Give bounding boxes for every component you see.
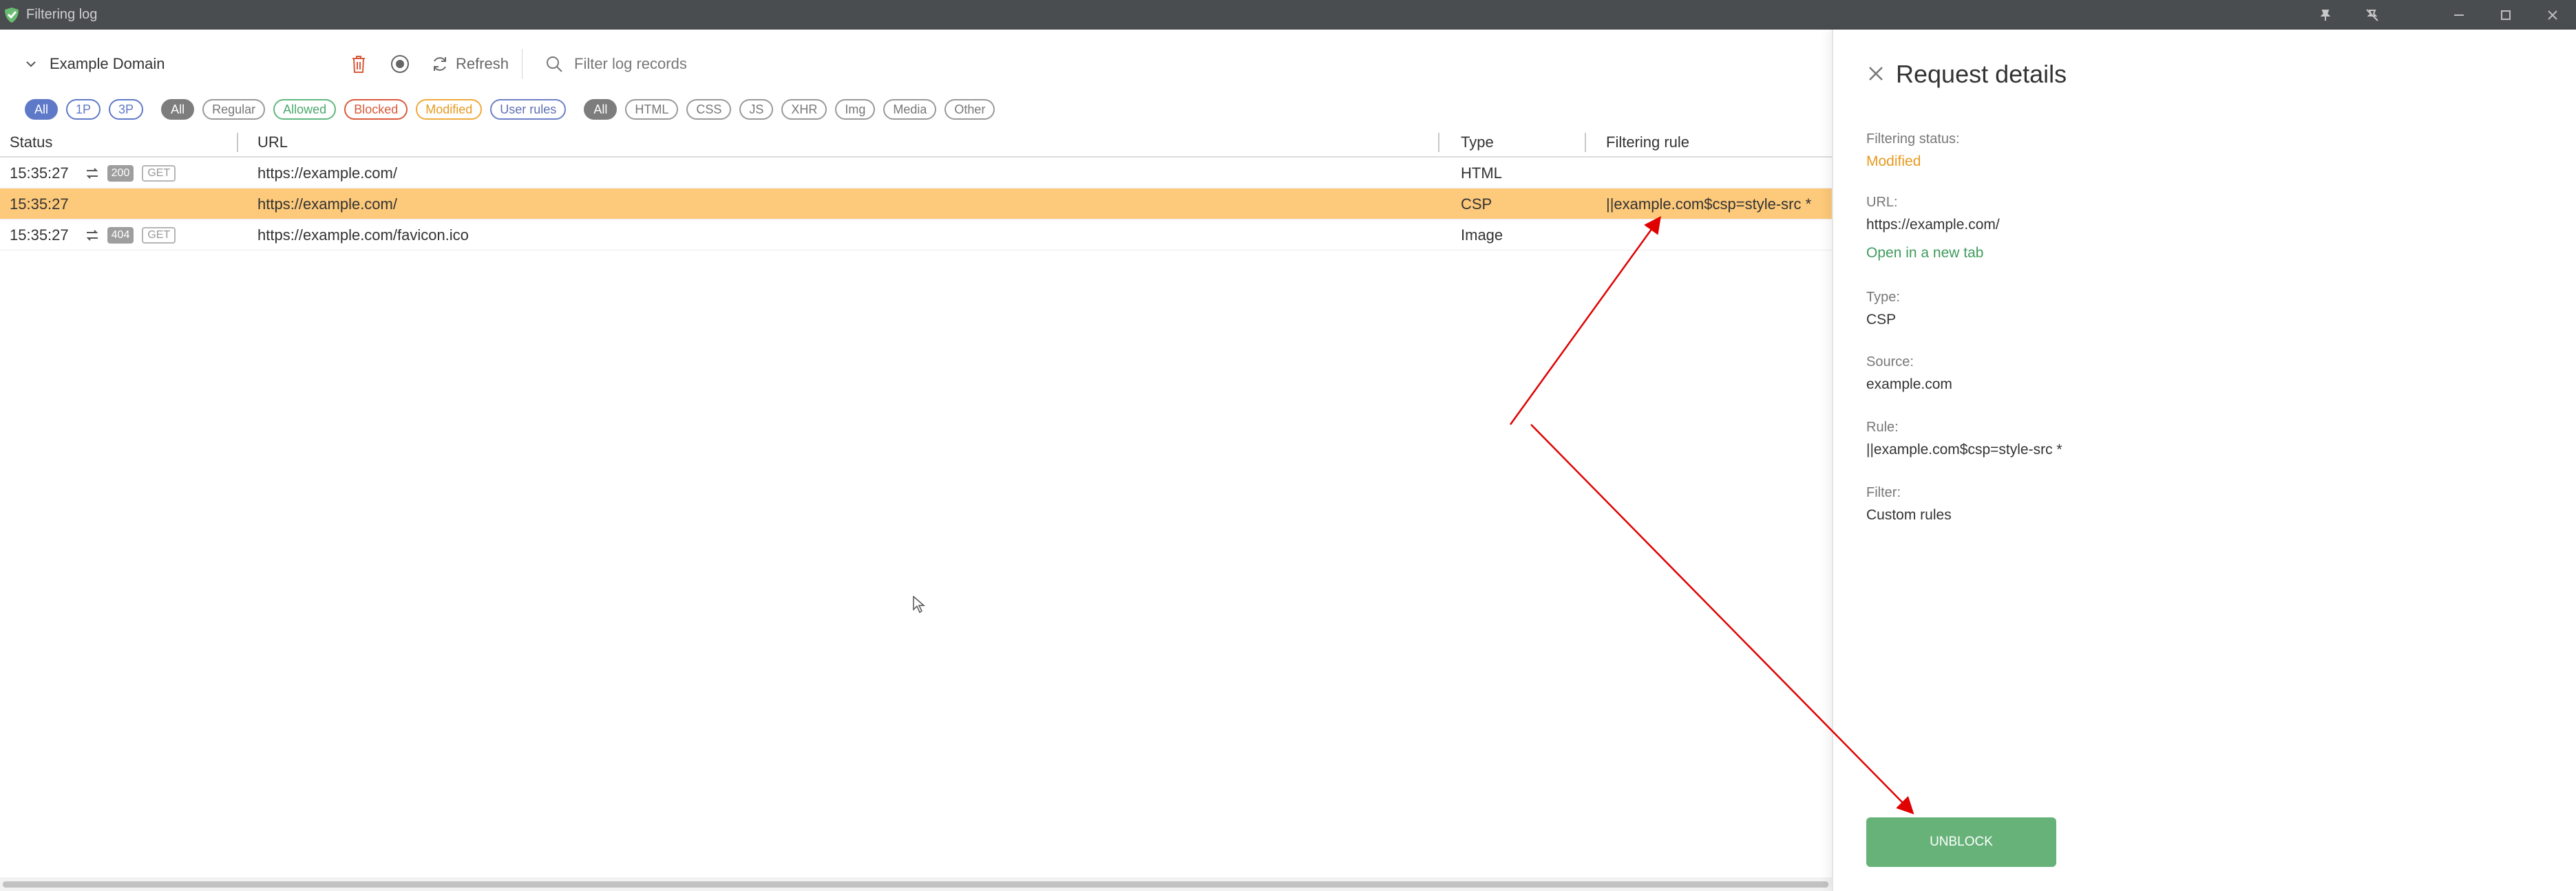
type-filter-css[interactable]: CSS — [686, 99, 732, 120]
window-title: Filtering log — [26, 7, 98, 22]
open-in-new-tab-link[interactable]: Open in a new tab — [1866, 245, 1983, 261]
filter-value: Custom rules — [1866, 507, 1952, 523]
status-code-badge: 200 — [107, 164, 134, 182]
record-icon — [391, 55, 409, 73]
type-filter-js[interactable]: JS — [739, 99, 774, 120]
cursor-icon — [913, 595, 926, 617]
party-filter-all[interactable]: All — [25, 99, 59, 120]
horizontal-scrollbar[interactable] — [0, 877, 1832, 891]
table-row[interactable]: 15:35:27 200 GET https://example.com/ HT… — [0, 158, 1832, 189]
site-selector-label: Example Domain — [50, 55, 165, 72]
status-code-badge: 404 — [107, 226, 134, 244]
type-value: CSP — [1866, 312, 1897, 328]
column-resizer[interactable] — [237, 133, 238, 152]
close-icon[interactable] — [1866, 64, 1886, 83]
rule-label: Rule: — [1866, 420, 1899, 435]
request-time: 15:35:27 — [10, 226, 69, 244]
type-filter-html[interactable]: HTML — [625, 99, 679, 120]
status-cell: 15:35:27 404 GET — [10, 219, 176, 250]
clear-log-button[interactable] — [350, 50, 368, 78]
status-filter-modified[interactable]: Modified — [416, 99, 483, 120]
column-header-url[interactable]: URL — [257, 129, 288, 156]
table-row-selected[interactable]: 15:35:27 https://example.com/ CSP ||exam… — [0, 189, 1832, 219]
filtering-status-label: Filtering status: — [1866, 131, 1960, 147]
type-filter-all[interactable]: All — [584, 99, 617, 120]
type-filter-xhr[interactable]: XHR — [781, 99, 827, 120]
filter-chips: All 1P 3P All Regular Allowed Blocked Mo… — [25, 96, 1003, 123]
column-resizer[interactable] — [1438, 133, 1439, 152]
type-label: Type: — [1866, 290, 1900, 305]
request-time: 15:35:27 — [10, 195, 69, 213]
source-label: Source: — [1866, 354, 1914, 369]
status-cell: 15:35:27 — [10, 189, 69, 219]
column-header-filtering-rule[interactable]: Filtering rule — [1606, 129, 1689, 156]
type-filter-media[interactable]: Media — [883, 99, 937, 120]
pin-off-icon[interactable] — [2349, 0, 2396, 30]
type-cell: CSP — [1461, 195, 1492, 213]
party-filter-1p[interactable]: 1P — [66, 99, 101, 120]
adguard-icon — [5, 7, 19, 23]
chevron-down-icon — [26, 61, 36, 67]
refresh-icon — [434, 57, 446, 71]
unblock-button[interactable]: UNBLOCK — [1866, 817, 2056, 867]
minimize-icon[interactable] — [2436, 0, 2482, 30]
type-filter-img[interactable]: Img — [835, 99, 876, 120]
filter-label: Filter: — [1866, 485, 1901, 500]
search-box — [545, 50, 836, 78]
search-input[interactable] — [574, 55, 836, 73]
url-value: https://example.com/ — [1866, 217, 2000, 233]
url-cell: https://example.com/ — [257, 195, 397, 213]
maximize-icon[interactable] — [2482, 0, 2529, 30]
window-close-icon[interactable] — [2529, 0, 2576, 30]
details-title: Request details — [1896, 60, 2067, 88]
refresh-label: Refresh — [456, 55, 509, 72]
request-details-panel: Request details Filtering status: Modifi… — [1832, 30, 2576, 891]
type-filter-other[interactable]: Other — [944, 99, 995, 120]
request-time: 15:35:27 — [10, 164, 69, 182]
pin-icon[interactable] — [2302, 0, 2349, 30]
status-filter-user-rules[interactable]: User rules — [490, 99, 567, 120]
table-header: Status URL Type Filtering rule — [0, 129, 1832, 158]
rule-value: ||example.com$csp=style-src * — [1866, 442, 2062, 458]
column-header-status[interactable]: Status — [10, 129, 52, 156]
type-cell: Image — [1461, 226, 1503, 244]
party-filter-3p[interactable]: 3P — [109, 99, 144, 120]
transfer-arrows-icon — [85, 229, 99, 241]
url-cell: https://example.com/ — [257, 164, 397, 182]
rule-cell: ||example.com$csp=style-src * — [1606, 195, 1812, 213]
column-header-type[interactable]: Type — [1461, 129, 1494, 156]
url-label: URL: — [1866, 195, 1898, 210]
status-filter-allowed[interactable]: Allowed — [273, 99, 337, 120]
status-filter-all[interactable]: All — [161, 99, 195, 120]
column-resizer[interactable] — [1585, 133, 1586, 152]
filtering-log-panel: Example Domain Refresh Filter log record… — [0, 30, 1832, 891]
status-filter-regular[interactable]: Regular — [202, 99, 266, 120]
method-badge: GET — [142, 226, 176, 244]
type-cell: HTML — [1461, 164, 1502, 182]
url-cell: https://example.com/favicon.ico — [257, 226, 469, 244]
record-button[interactable] — [390, 50, 410, 78]
status-cell: 15:35:27 200 GET — [10, 158, 176, 189]
status-filter-blocked[interactable]: Blocked — [344, 99, 408, 120]
trash-icon — [352, 56, 365, 73]
method-badge: GET — [142, 164, 176, 182]
site-selector[interactable]: Example Domain — [25, 50, 165, 78]
toolbar: Example Domain Refresh — [0, 30, 1832, 96]
search-icon — [547, 56, 562, 72]
scrollbar-thumb[interactable] — [3, 881, 1828, 888]
source-value: example.com — [1866, 376, 1952, 392]
title-bar: Filtering log — [0, 0, 2576, 30]
filtering-status-value: Modified — [1866, 153, 1921, 169]
transfer-arrows-icon — [85, 167, 99, 180]
log-table: Status URL Type Filtering rule 15:35:27 … — [0, 129, 1832, 250]
refresh-button[interactable]: Refresh — [431, 50, 509, 78]
table-row[interactable]: 15:35:27 404 GET https://example.com/fav… — [0, 219, 1832, 250]
